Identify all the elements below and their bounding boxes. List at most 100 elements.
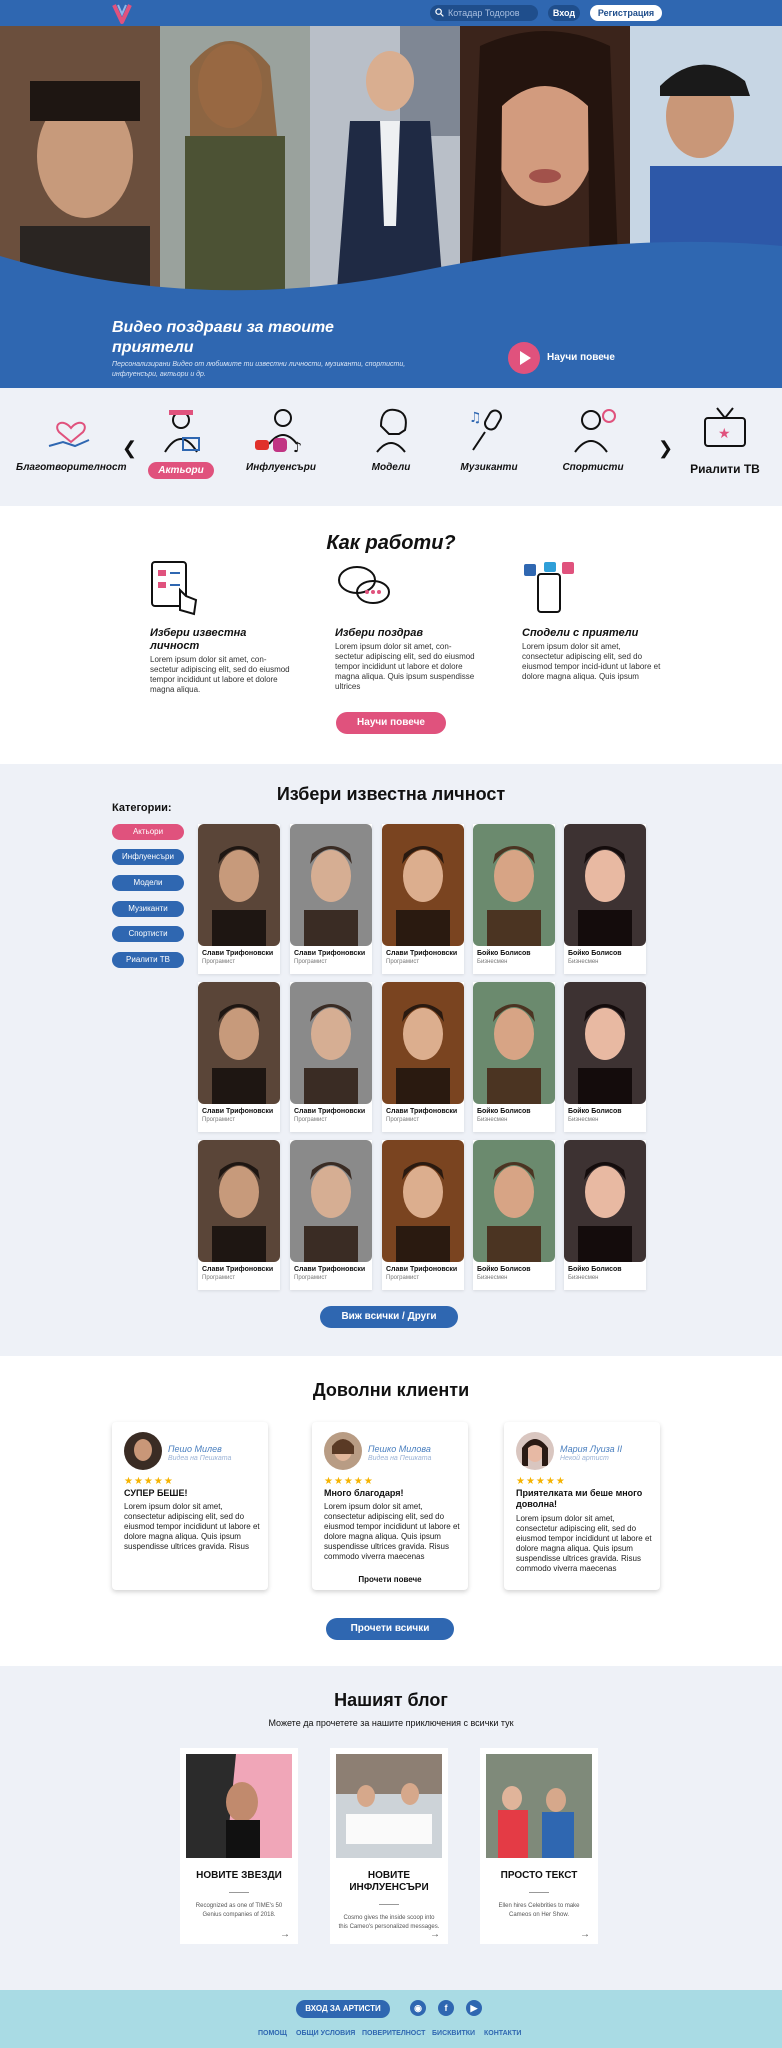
footer-link-contacts[interactable]: КОНТАКТИ (484, 2030, 521, 2037)
athlete-icon (574, 409, 616, 453)
category-musicians[interactable]: ♫ Музиканти (434, 404, 544, 473)
youtube-icon[interactable]: ▶ (466, 2000, 482, 2016)
celebrity-card[interactable]: Слави Трифоновски Програмист (290, 1140, 372, 1290)
filter-models[interactable]: Модели (112, 875, 184, 891)
celebrity-name: Слави Трифоновски (202, 1266, 274, 1273)
blog-post-text: Cosmo gives the inside scoop into this C… (338, 1915, 440, 1930)
blog-card[interactable]: ПРОСТО ТЕКСТ Ellen hires Celebrities to … (480, 1748, 598, 1944)
avatar (516, 1432, 554, 1470)
learn-more-link[interactable]: Научи повече (547, 352, 615, 363)
celebrity-card[interactable]: Бойко Болисов Бизнесмен (473, 982, 555, 1132)
footer-link-privacy[interactable]: ПОВЕРИТЕЛНОСТ (362, 2030, 425, 2037)
rating-stars: ★★★★★ (516, 1476, 566, 1487)
divider (529, 1892, 549, 1893)
arrow-right-icon[interactable]: → (580, 1929, 590, 1940)
footer-link-help[interactable]: ПОМОЩ (258, 2030, 287, 2037)
footer-link-terms[interactable]: ОБЩИ УСЛОВИЯ (296, 2030, 355, 2037)
filter-influencers[interactable]: Инфлуенсъри (112, 849, 184, 865)
search-input[interactable]: Котадар Тодоров (430, 5, 538, 21)
celebrity-card[interactable]: Слави Трифоновски Програмист (290, 982, 372, 1132)
celebrity-photo (198, 982, 280, 1104)
rating-stars: ★★★★★ (324, 1476, 374, 1487)
celebrity-card[interactable]: Слави Трифоновски Програмист (198, 1140, 280, 1290)
celebrity-card[interactable]: Слави Трифоновски Програмист (290, 824, 372, 974)
celebrity-name: Бойко Болисов (568, 1266, 622, 1273)
divider (229, 1892, 249, 1893)
category-charity[interactable]: Благотворителност (16, 404, 126, 473)
celebrity-role: Бизнесмен (568, 1275, 599, 1281)
step-choose-celebrity: Избери известна личност Lorem ipsum dolo… (150, 560, 290, 695)
category-models[interactable]: Модели (336, 404, 446, 473)
blog-card[interactable]: НОВИТЕ ЗВЕЗДИ Recognized as one of TIME'… (180, 1748, 298, 1944)
celebrity-card[interactable]: Бойко Болисов Бизнесмен (564, 824, 646, 974)
view-all-button[interactable]: Виж всички / Други (320, 1306, 458, 1328)
celebrity-card[interactable]: Бойко Болисов Бизнесмен (473, 824, 555, 974)
svg-text:♪: ♪ (293, 440, 302, 456)
testimonial-card: Пешко Милова Видеа на Пешката ★★★★★ Мног… (312, 1422, 468, 1590)
filter-reality-tv[interactable]: Риалити ТВ (112, 952, 184, 968)
step-text: Lorem ipsum dolor sit amet, consectetur … (522, 642, 661, 681)
celebrity-card[interactable]: Слави Трифоновски Програмист (382, 1140, 464, 1290)
category-label: Актьори (148, 462, 214, 479)
logo-icon[interactable] (112, 2, 132, 24)
categories-sidebar-title: Категории: (112, 802, 172, 814)
category-actors[interactable]: Актьори (126, 404, 236, 479)
play-video-button[interactable] (508, 342, 540, 374)
filter-musicians[interactable]: Музиканти (112, 901, 184, 917)
footer: ВХОД ЗА АРТИСТИ ◉ f ▶ ПОМОЩ ОБЩИ УСЛОВИЯ… (0, 1990, 782, 2048)
celebrity-photo (290, 1140, 372, 1262)
category-influencers[interactable]: ♪ Инфлуенсъри (226, 404, 336, 473)
celebrity-card[interactable]: Слави Трифоновски Програмист (382, 824, 464, 974)
svg-text:★: ★ (718, 426, 731, 442)
read-more-link[interactable]: Прочети повече (312, 1575, 468, 1584)
arrow-right-icon[interactable]: → (280, 1929, 290, 1940)
celebrity-photo (290, 982, 372, 1104)
filter-actors[interactable]: Актьори (112, 824, 184, 840)
register-button[interactable]: Регистрация (590, 5, 662, 21)
facebook-icon[interactable]: f (438, 2000, 454, 2016)
celebrity-photo (198, 1140, 280, 1262)
step-share: Сподели с приятели Lorem ipsum dolor sit… (522, 560, 662, 682)
step-text: Lorem ipsum dolor sit amet, con-sectetur… (335, 642, 475, 691)
footer-link-cookies[interactable]: БИСКВИТКИ (432, 2030, 475, 2037)
celebrity-name: Слави Трифоновски (386, 1266, 458, 1273)
celebrity-role: Бизнесмен (477, 1117, 508, 1123)
search-placeholder: Котадар Тодоров (448, 8, 520, 18)
chat-bubbles-icon (338, 566, 390, 604)
celebrity-photo (382, 982, 464, 1104)
celebrity-card[interactable]: Слави Трифоновски Програмист (198, 982, 280, 1132)
blog-image (486, 1754, 592, 1858)
celebrity-role: Програмист (202, 1117, 236, 1123)
read-all-button[interactable]: Прочети всички (326, 1618, 454, 1640)
category-athletes[interactable]: Спортисти (538, 404, 648, 473)
celebrity-role: Бизнесмен (477, 959, 508, 965)
learn-more-button[interactable]: Научи повече (336, 712, 446, 734)
arrow-right-icon[interactable]: → (430, 1929, 440, 1940)
top-navigation-bar: Котадар Тодоров Вход Регистрация (0, 0, 782, 26)
celebrity-name: Бойко Болисов (568, 1108, 622, 1115)
review-heading: Приятелката ми беше много доволна! (516, 1488, 643, 1509)
blog-card[interactable]: НОВИТЕ ИНФЛУЕНСЪРИ Cosmo gives the insid… (330, 1748, 448, 1944)
celebrity-name: Слави Трифоновски (386, 950, 458, 957)
celebrity-card[interactable]: Слави Трифоновски Програмист (382, 982, 464, 1132)
celebrity-card[interactable]: Бойко Болисов Бизнесмен (473, 1140, 555, 1290)
celebrity-card[interactable]: Бойко Болисов Бизнесмен (564, 982, 646, 1132)
blog-title: Нашият блог (334, 1690, 448, 1710)
login-button[interactable]: Вход (548, 5, 580, 21)
category-reality-tv[interactable]: ★ Риалити ТВ (670, 404, 780, 476)
avatar (124, 1432, 162, 1470)
filter-athletes[interactable]: Спортисти (112, 926, 184, 942)
blog-image (186, 1754, 292, 1858)
artist-login-button[interactable]: ВХОД ЗА АРТИСТИ (296, 2000, 390, 2018)
celebrity-role: Програмист (294, 959, 328, 965)
celebrity-photo (564, 824, 646, 946)
step-text: Lorem ipsum dolor sit amet, con-sectetur… (150, 655, 290, 694)
review-text: Lorem ipsum dolor sit amet, consectetur … (324, 1502, 460, 1561)
celebrity-card[interactable]: Слави Трифоновски Програмист (198, 824, 280, 974)
step-title: Избери поздрав (335, 627, 423, 639)
celebrity-card[interactable]: Бойко Болисов Бизнесмен (564, 1140, 646, 1290)
tv-icon: ★ (704, 407, 746, 447)
instagram-icon[interactable]: ◉ (410, 2000, 426, 2016)
reviewer-name: Мария Луиза II (560, 1444, 623, 1454)
celebrity-name: Бойко Болисов (477, 950, 531, 957)
